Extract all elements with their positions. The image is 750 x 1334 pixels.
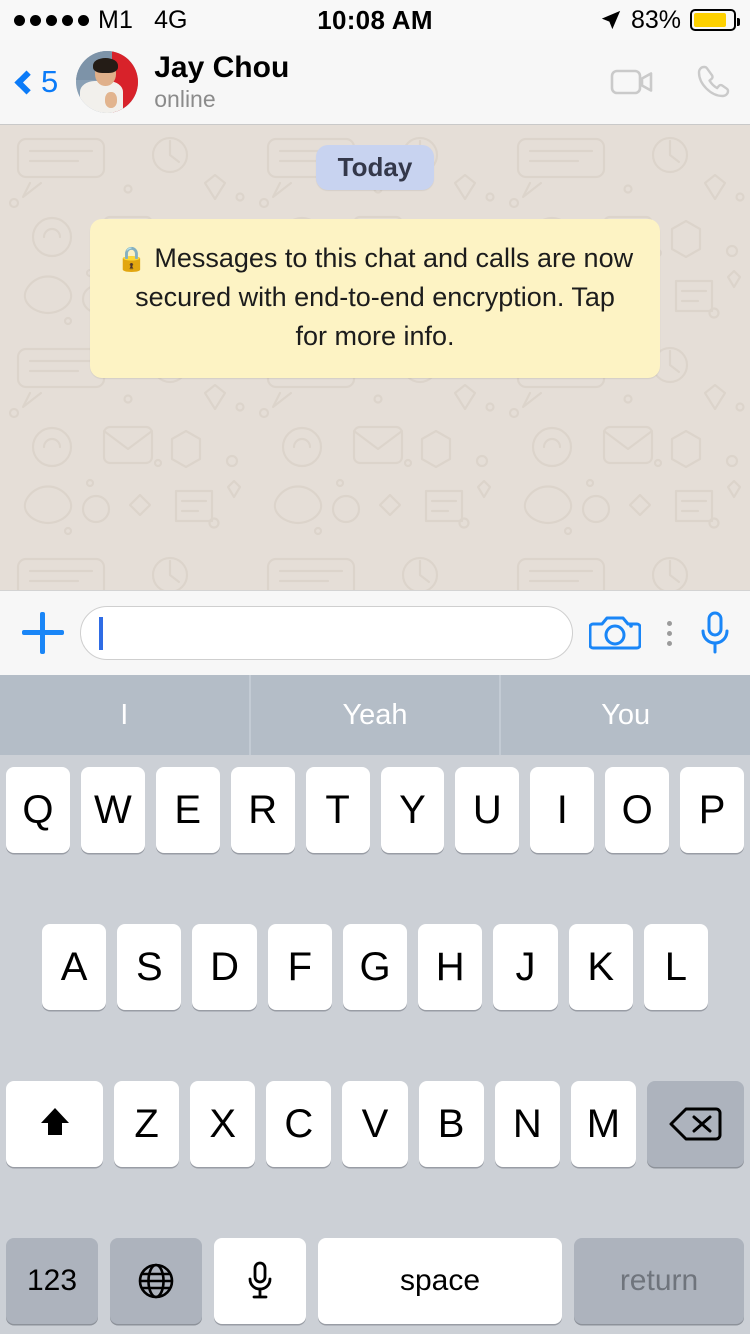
key-b[interactable]: B	[418, 1081, 484, 1168]
key-h[interactable]: H	[418, 924, 483, 1011]
contact-info[interactable]: Jay Chou online	[154, 51, 289, 114]
key-r[interactable]: R	[230, 767, 295, 854]
keyboard-row-1: Q W E R T Y U I O P	[0, 767, 750, 854]
globe-language-icon	[138, 1263, 174, 1299]
suggestion-item[interactable]: You	[499, 675, 750, 756]
key-a[interactable]: A	[42, 924, 107, 1011]
key-k[interactable]: K	[568, 924, 633, 1011]
lock-icon: 🔒	[116, 246, 147, 273]
shift-arrow-icon	[40, 1108, 69, 1136]
whatsapp-chat-screen: M1 4G 10:08 AM 83% 5 Jay Chou online Tod…	[0, 0, 750, 1334]
key-p[interactable]: P	[680, 767, 745, 854]
encryption-notice-text: Messages to this chat and calls are now …	[135, 243, 634, 351]
chat-header: 5 Jay Chou online	[0, 40, 750, 125]
message-input-field[interactable]	[80, 606, 573, 661]
phone-icon[interactable]	[694, 63, 732, 101]
microphone-icon	[248, 1261, 272, 1299]
key-f[interactable]: F	[267, 924, 332, 1011]
keyboard-row-3: Z X C V B N M	[0, 1081, 750, 1168]
language-globe-key[interactable]	[110, 1237, 202, 1324]
space-key[interactable]: space	[318, 1237, 562, 1324]
return-key[interactable]: return	[574, 1237, 744, 1324]
key-c[interactable]: C	[266, 1081, 332, 1168]
key-g[interactable]: G	[342, 924, 408, 1011]
key-q[interactable]: Q	[5, 767, 70, 854]
unread-count-label: 5	[41, 64, 59, 99]
key-x[interactable]: X	[190, 1081, 256, 1168]
dictation-key[interactable]	[214, 1237, 306, 1324]
video-camera-icon[interactable]	[610, 66, 656, 98]
key-s[interactable]: S	[117, 924, 182, 1011]
backspace-delete-icon	[669, 1107, 722, 1141]
header-actions	[610, 63, 732, 101]
contact-name: Jay Chou	[154, 50, 290, 84]
key-w[interactable]: W	[80, 767, 145, 854]
microphone-icon[interactable]	[698, 611, 732, 655]
keyboard-row-2: A S D F G H J K L	[0, 924, 750, 1011]
chevron-left-icon	[14, 69, 39, 95]
avatar[interactable]	[76, 51, 139, 113]
text-cursor	[99, 616, 103, 650]
suggestion-item[interactable]: I	[0, 675, 249, 755]
key-i[interactable]: I	[530, 767, 595, 854]
attach-plus-icon[interactable]	[22, 612, 64, 655]
input-bar-actions	[589, 611, 732, 655]
camera-icon[interactable]	[589, 613, 641, 653]
key-m[interactable]: M	[570, 1081, 636, 1168]
numbers-key[interactable]: 123	[6, 1237, 98, 1324]
backspace-key[interactable]	[646, 1081, 744, 1168]
back-button[interactable]: 5	[14, 64, 58, 100]
battery-icon	[690, 9, 740, 31]
keyboard-row-4: 123 space return	[0, 1237, 750, 1324]
key-v[interactable]: V	[342, 1081, 408, 1168]
day-divider-badge: Today	[315, 145, 435, 190]
contact-status: online	[154, 85, 216, 112]
key-o[interactable]: O	[605, 767, 670, 854]
location-arrow-icon	[601, 10, 621, 30]
predictive-text-bar: I Yeah You	[0, 675, 750, 756]
key-u[interactable]: U	[455, 767, 520, 854]
status-bar: M1 4G 10:08 AM 83%	[0, 0, 750, 40]
key-t[interactable]: T	[305, 767, 370, 854]
key-j[interactable]: J	[493, 924, 558, 1011]
chat-message-area: Today 🔒 Messages to this chat and calls …	[0, 125, 750, 591]
key-n[interactable]: N	[494, 1081, 560, 1168]
key-e[interactable]: E	[155, 767, 220, 854]
key-l[interactable]: L	[643, 924, 708, 1011]
key-d[interactable]: D	[192, 924, 257, 1011]
more-vertical-icon[interactable]	[663, 620, 676, 646]
shift-key[interactable]	[6, 1081, 103, 1168]
key-y[interactable]: Y	[380, 767, 445, 854]
status-bar-right: 83%	[600, 5, 740, 35]
key-z[interactable]: Z	[114, 1081, 180, 1168]
message-input-bar	[0, 590, 750, 676]
onscreen-keyboard: Q W E R T Y U I O P A S D F G H J K L Z …	[0, 755, 750, 1334]
suggestion-item[interactable]: Yeah	[248, 675, 500, 756]
battery-percent-label: 83%	[630, 5, 681, 34]
encryption-notice-bubble[interactable]: 🔒 Messages to this chat and calls are no…	[90, 219, 660, 378]
